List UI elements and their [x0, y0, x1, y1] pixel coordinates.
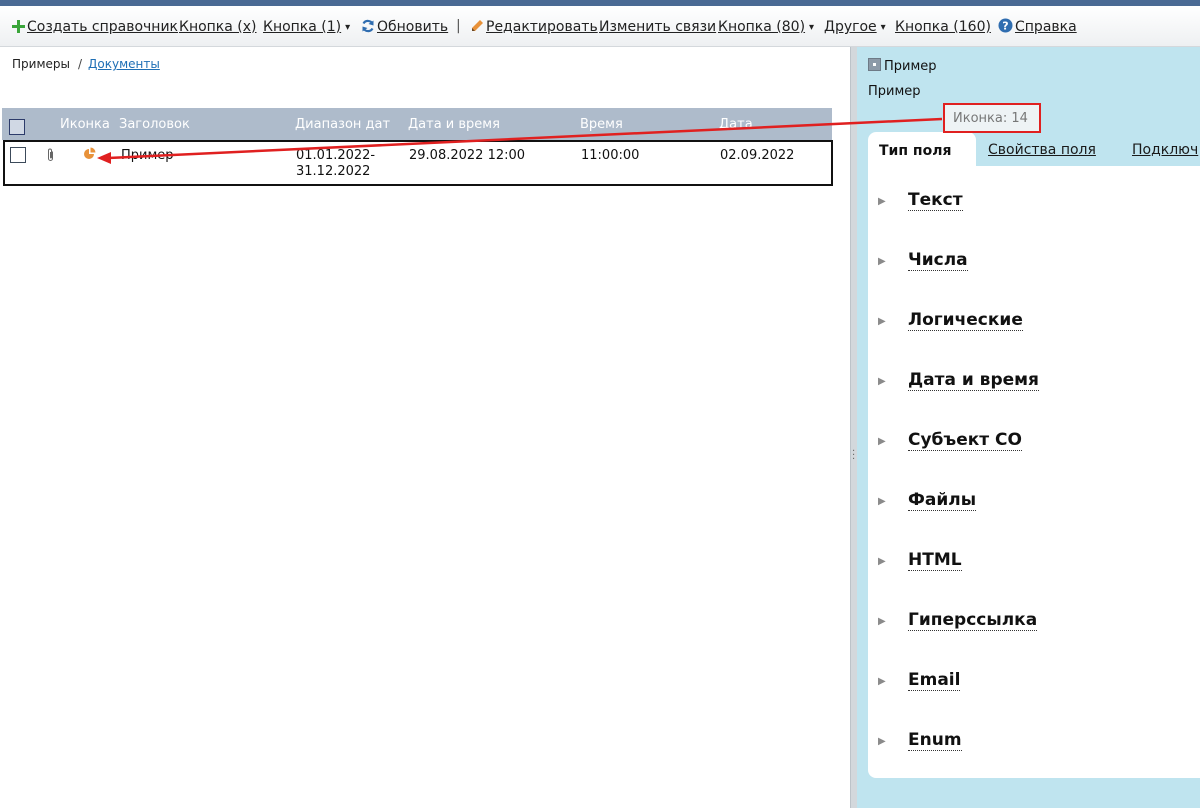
select-all-checkbox[interactable] [9, 119, 25, 135]
refresh-button[interactable]: Обновить [361, 18, 448, 36]
field-types-panel: Тип поля Свойства поля Подключ ▶ Текст ▶ Ч… [868, 132, 1200, 778]
category-subject[interactable]: ▶ Субъект СО [868, 428, 1200, 458]
cell-datetime: 29.08.2022 12:00 [409, 148, 526, 163]
chevron-down-icon: ▾ [345, 22, 351, 33]
category-files[interactable]: ▶ Файлы [868, 488, 1200, 518]
cell-date-range-end: 31.12.2022 [296, 164, 371, 179]
help-icon: ? [998, 18, 1013, 33]
splitter-grip-icon[interactable]: · · · [852, 447, 855, 465]
chevron-down-icon: ▾ [880, 22, 886, 33]
expand-arrow-icon: ▶ [878, 316, 886, 327]
category-label: Enum [908, 730, 962, 751]
other-dropdown[interactable]: Другое ▾ [824, 18, 886, 37]
category-label: Гиперссылка [908, 610, 1038, 631]
category-datetime[interactable]: ▶ Дата и время [868, 368, 1200, 398]
chevron-down-icon: ▾ [809, 22, 815, 33]
breadcrumb-separator: / [77, 57, 83, 71]
category-hyperlink[interactable]: ▶ Гиперссылка [868, 608, 1200, 638]
column-header-icon[interactable]: Иконка [60, 117, 110, 132]
column-header-datetime[interactable]: Дата и время [408, 117, 500, 132]
category-label: Числа [908, 250, 968, 271]
change-links-button[interactable]: Изменить связи [599, 18, 716, 36]
table-row[interactable]: Пример 01.01.2022- 31.12.2022 29.08.2022… [3, 140, 833, 186]
expand-arrow-icon: ▶ [878, 616, 886, 627]
category-numbers[interactable]: ▶ Числа [868, 248, 1200, 278]
cell-title: Пример [121, 148, 174, 163]
column-header-title[interactable]: Заголовок [119, 117, 190, 132]
button-80-label: Кнопка (80) [718, 19, 806, 35]
expand-arrow-icon: ▶ [878, 196, 886, 207]
help-button[interactable]: ? Справка [998, 18, 1077, 36]
cell-time: 11:00:00 [581, 148, 640, 163]
expand-arrow-icon: ▶ [878, 556, 886, 567]
expand-arrow-icon: ▶ [878, 256, 886, 267]
row-type-icon [84, 147, 96, 159]
tab-connections[interactable]: Подключ [1132, 142, 1198, 158]
refresh-icon [362, 19, 374, 33]
detail-pane: Пример Пример Тип поля Свойства поля Под… [857, 47, 1200, 808]
category-label: Субъект СО [908, 430, 1022, 451]
paperclip-icon[interactable] [47, 148, 55, 162]
expand-arrow-icon: ▶ [878, 676, 886, 687]
edit-label: Редактировать [486, 19, 598, 35]
category-label: HTML [908, 550, 962, 571]
category-label: Файлы [908, 490, 977, 511]
toolbar: Создать справочник Кнопка (x) Кнопка (1)… [0, 6, 1200, 47]
tab-field-type-label: Тип поля [879, 143, 952, 159]
expand-arrow-icon: ▶ [878, 736, 886, 747]
row-checkbox[interactable] [10, 147, 26, 163]
pencil-icon [472, 20, 483, 31]
detail-title-text: Пример [884, 59, 937, 74]
svg-text:?: ? [1002, 20, 1008, 33]
breadcrumb-current-link[interactable]: Документы [88, 57, 160, 71]
list-pane: Примеры / Документы Иконка Заголовок Диапа… [0, 47, 850, 808]
table-header: Иконка Заголовок Диапазон дат Дата и вре… [2, 108, 832, 140]
expand-arrow-icon: ▶ [878, 436, 886, 447]
button-1-label: Кнопка (1) [263, 19, 342, 35]
refresh-label: Обновить [377, 19, 449, 35]
other-label: Другое [824, 19, 877, 35]
category-html[interactable]: ▶ HTML [868, 548, 1200, 578]
category-label: Email [908, 670, 961, 691]
detail-subtitle: Пример [868, 84, 921, 99]
edit-button[interactable]: Редактировать [470, 18, 598, 36]
category-label: Логические [908, 310, 1023, 331]
plus-icon [12, 20, 25, 33]
button-160[interactable]: Кнопка (160) [895, 18, 991, 36]
category-text[interactable]: ▶ Текст [868, 188, 1200, 218]
cell-date: 02.09.2022 [720, 148, 795, 163]
expand-arrow-icon: ▶ [878, 376, 886, 387]
toolbar-separator: | [456, 18, 461, 34]
column-header-date[interactable]: Дата [719, 117, 753, 132]
button-1-dropdown[interactable]: Кнопка (1) ▾ [263, 18, 350, 37]
category-label: Дата и время [908, 370, 1039, 391]
column-header-time[interactable]: Время [580, 117, 623, 132]
button-80-dropdown[interactable]: Кнопка (80) ▾ [718, 18, 814, 37]
category-logical[interactable]: ▶ Логические [868, 308, 1200, 338]
create-catalog-button[interactable]: Создать справочник [12, 18, 178, 36]
icon-callout-box: Иконка: 14 [943, 103, 1041, 133]
breadcrumb-root: Примеры [12, 57, 70, 71]
category-email[interactable]: ▶ Email [868, 668, 1200, 698]
record-icon [868, 58, 881, 71]
expand-arrow-icon: ▶ [878, 496, 886, 507]
tab-bar: Тип поля Свойства поля Подключ [868, 132, 1200, 166]
icon-callout-text: Иконка: 14 [953, 111, 1028, 126]
category-label: Текст [908, 190, 963, 211]
breadcrumb: Примеры / Документы [12, 57, 160, 71]
tab-field-type[interactable]: Тип поля [868, 132, 976, 166]
tab-field-properties[interactable]: Свойства поля [988, 142, 1096, 158]
button-x[interactable]: Кнопка (x) [179, 18, 257, 36]
create-catalog-label: Создать справочник [27, 19, 179, 35]
detail-title: Пример [868, 58, 937, 74]
column-header-date-range[interactable]: Диапазон дат [295, 117, 390, 132]
cell-date-range-start: 01.01.2022- [296, 148, 376, 163]
category-enum[interactable]: ▶ Enum [868, 728, 1200, 758]
help-label: Справка [1015, 19, 1077, 35]
